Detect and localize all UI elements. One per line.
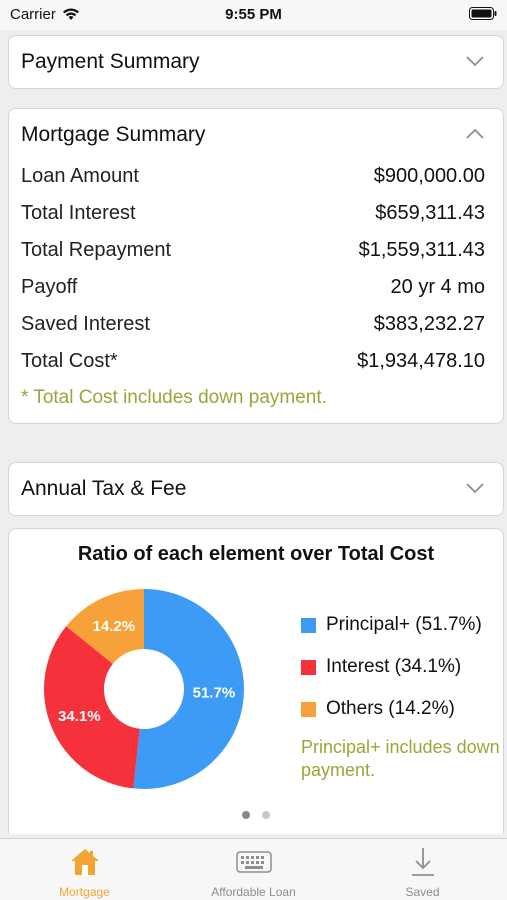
legend-swatch: [301, 701, 316, 717]
tab-saved[interactable]: Saved: [338, 845, 507, 899]
row-value: $1,559,311.43: [358, 239, 485, 261]
slice-label: 51.7%: [193, 685, 236, 702]
chevron-down-icon[interactable]: [465, 481, 485, 495]
row-payoff: Payoff 20 yr 4 mo: [21, 274, 485, 311]
tab-bar: Mortgage Affordable Loan Saved: [0, 838, 507, 900]
chevron-up-icon[interactable]: [465, 127, 485, 141]
row-total-interest: Total Interest $659,311.43: [21, 200, 485, 237]
download-arrow-icon: [411, 848, 434, 876]
tab-label: Saved: [405, 885, 440, 899]
donut-chart: 51.7% 34.1% 14.2%: [43, 589, 244, 789]
mortgage-summary-header[interactable]: Mortgage Summary: [9, 109, 503, 161]
legend-label: Interest (34.1%): [326, 656, 462, 677]
payment-summary-card[interactable]: Payment Summary: [8, 35, 504, 89]
chart-title: Ratio of each element over Total Cost: [77, 543, 435, 565]
row-label: Total Interest: [21, 202, 136, 224]
tab-label: Affordable Loan: [211, 885, 296, 899]
mortgage-summary-rows: Loan Amount $900,000.00 Total Interest $…: [21, 163, 485, 409]
legend-label: Principal+ (51.7%): [326, 614, 482, 635]
legend-label: Others (14.2%): [326, 698, 455, 719]
chevron-down-icon[interactable]: [465, 54, 485, 68]
payment-summary-header[interactable]: Payment Summary: [9, 36, 503, 88]
row-total-cost: Total Cost* $1,934,478.10: [21, 348, 485, 385]
row-label: Saved Interest: [21, 313, 150, 335]
chart-legend: Principal+ (51.7%) Interest (34.1%) Othe…: [301, 604, 501, 782]
status-time: 9:55 PM: [225, 6, 282, 23]
legend-item-principal: Principal+ (51.7%): [301, 604, 501, 646]
row-value: $1,934,478.10: [357, 350, 485, 372]
tab-label: Mortgage: [59, 885, 110, 899]
row-value: $383,232.27: [373, 313, 485, 335]
annual-tax-fee-card[interactable]: Annual Tax & Fee: [8, 462, 504, 516]
row-label: Total Cost*: [21, 350, 118, 372]
slice-label: 14.2%: [93, 618, 136, 635]
legend-item-others: Others (14.2%): [301, 688, 501, 730]
payment-summary-title: Payment Summary: [21, 50, 200, 73]
page-dot-2[interactable]: [262, 811, 270, 819]
total-cost-note: * Total Cost includes down payment.: [21, 387, 327, 408]
row-value: $900,000.00: [373, 165, 485, 187]
row-label: Total Repayment: [21, 239, 172, 261]
page-dot-1[interactable]: [242, 811, 250, 819]
annual-tax-fee-header[interactable]: Annual Tax & Fee: [9, 463, 503, 515]
page-indicator[interactable]: [9, 811, 503, 819]
legend-swatch: [301, 617, 316, 633]
row-saved-interest: Saved Interest $383,232.27: [21, 311, 485, 348]
house-icon: [70, 849, 99, 875]
mortgage-summary-title: Mortgage Summary: [21, 123, 206, 146]
annual-tax-fee-title: Annual Tax & Fee: [21, 477, 187, 500]
cost-ratio-chart-card[interactable]: Ratio of each element over Total Cost 51…: [8, 528, 504, 834]
tab-affordable-loan[interactable]: Affordable Loan: [169, 845, 338, 899]
legend-item-interest: Interest (34.1%): [301, 646, 501, 688]
principal-note: Principal+ includes down payment.: [301, 737, 500, 780]
row-value: $659,311.43: [375, 202, 485, 224]
row-label: Loan Amount: [21, 165, 139, 187]
tab-mortgage[interactable]: Mortgage: [0, 845, 169, 899]
row-total-repayment: Total Repayment $1,559,311.43: [21, 237, 485, 274]
keyboard-icon: [235, 851, 272, 873]
battery-icon: [469, 7, 497, 20]
row-label: Payoff: [21, 276, 78, 298]
mortgage-summary-card: Mortgage Summary Loan Amount $900,000.00…: [8, 108, 504, 424]
row-loan-amount: Loan Amount $900,000.00: [21, 163, 485, 200]
status-bar: Carrier 9:55 PM: [0, 0, 507, 30]
slice-label: 34.1%: [58, 708, 101, 725]
row-value: 20 yr 4 mo: [390, 276, 485, 298]
legend-swatch: [301, 659, 316, 675]
